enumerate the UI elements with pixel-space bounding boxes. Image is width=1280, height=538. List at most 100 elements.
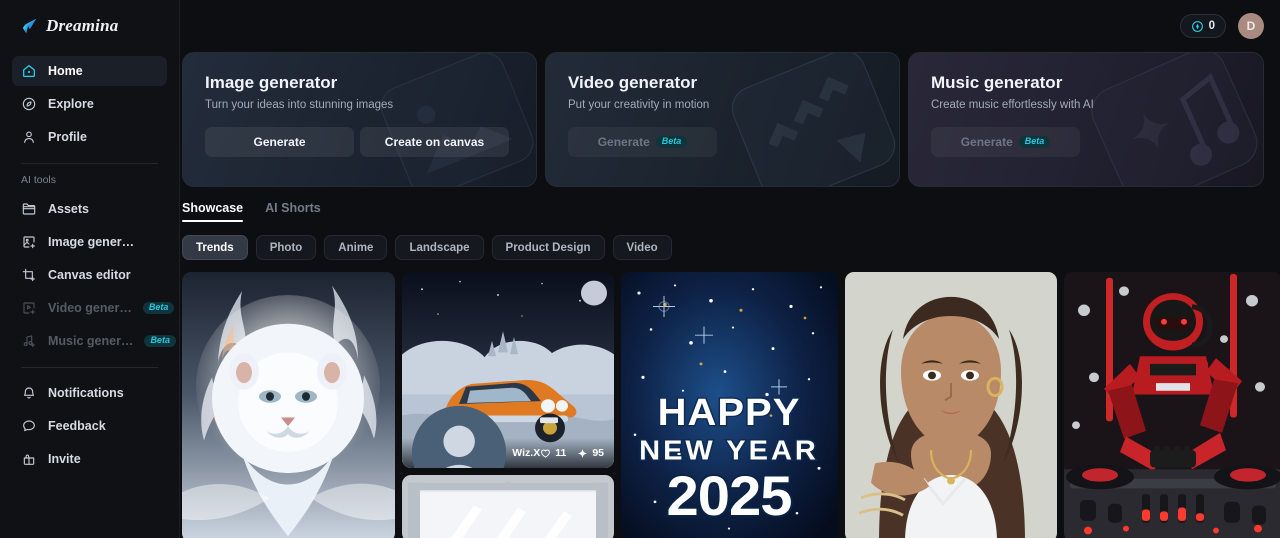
sidebar-item-label: Image gener… [48,235,135,249]
tab-ai-shorts[interactable]: AI Shorts [265,201,321,222]
portrait-woman-image [845,272,1057,538]
bell-icon [23,387,35,399]
sidebar-divider-top [21,163,158,164]
sidebar-item-label: Profile [48,130,87,144]
gallery-column [845,272,1057,538]
filter-chips: Trends Photo Anime Landscape Product Des… [180,222,1280,260]
sidebar-item-label: Home [48,64,83,78]
sidebar-item-label: Music gener… [48,334,134,348]
gallery-column [1064,272,1280,538]
sidebar: Dreamina Home Explore Profile AI tools A… [0,0,180,538]
sidebar-item-notifications[interactable]: Notifications [12,378,167,408]
hero-cards-row: Image generator Turn your ideas into stu… [182,52,1280,187]
folder-icon [22,203,36,215]
sidebar-group-label-ai-tools: AI tools [21,174,57,186]
music-add-icon [23,335,35,348]
content-tabs: Showcase AI Shorts [180,187,1280,222]
generate-button[interactable]: Generate Beta [931,127,1080,157]
gallery-column: HAPPY NEW YEAR 2025 [621,272,838,538]
hero-title: Video generator [568,73,698,92]
sidebar-tools-group: Assets Image gener… Canvas editor Video … [12,194,176,356]
video-add-icon [23,302,35,315]
happy-new-year-2025-image: HAPPY NEW YEAR 2025 [621,272,838,538]
beta-badge: Beta [144,334,176,348]
credit-coin-icon [1191,20,1203,32]
chip-photo[interactable]: Photo [255,235,317,260]
brand[interactable]: Dreamina [12,0,167,52]
sidebar-item-feedback[interactable]: Feedback [12,411,167,441]
chip-anime[interactable]: Anime [324,235,388,260]
hero-title: Image generator [205,73,338,92]
brand-name: Dreamina [46,16,119,35]
heart-icon [541,449,551,458]
gallery-tile-ornate-silver-mirror[interactable] [402,475,614,538]
tile-like-count: 11 [555,447,567,460]
white-lion-flames-image [182,272,395,538]
chip-video[interactable]: Video [612,235,672,260]
tile-author[interactable]: Wiz.X [412,405,541,469]
create-on-canvas-button[interactable]: Create on canvas [360,127,509,157]
hero-subtitle: Put your creativity in motion [568,99,710,111]
tile-author-name: Wiz.X [512,447,541,460]
sidebar-item-canvas-editor[interactable]: Canvas editor [12,260,167,290]
image-add-icon [23,236,35,249]
hero-card-music-generator[interactable]: Music generator Create music effortlessl… [908,52,1264,187]
gallery-tile-red-robot-dj[interactable] [1064,272,1280,538]
gallery-tile-white-lion-flames[interactable] [182,272,395,538]
gallery-tile-portrait-woman[interactable] [845,272,1057,538]
sidebar-item-label: Video gener… [48,301,132,315]
sidebar-item-music-generator[interactable]: Music gener… Beta [12,326,176,356]
beta-badge: Beta [1018,135,1051,149]
sidebar-divider-bottom [21,367,158,368]
hero-card-image-generator[interactable]: Image generator Turn your ideas into stu… [182,52,537,187]
main-content: 0 D Image generator Turn your ideas into… [180,0,1280,538]
tile-star-stat[interactable]: 95 [577,447,604,459]
red-robot-dj-image [1064,272,1280,538]
tab-showcase[interactable]: Showcase [182,201,244,222]
generate-button-label: Generate [960,135,1013,149]
generate-button[interactable]: Generate [205,127,354,157]
sidebar-item-label: Assets [48,202,89,216]
canvas-crop-icon [22,268,35,282]
sidebar-item-assets[interactable]: Assets [12,194,167,224]
tile-stats: 11 95 [540,447,604,459]
generate-button[interactable]: Generate Beta [568,127,717,157]
gallery-grid: Wiz.X 11 95 HAPPY NEW YEAR 2025 [180,260,1280,538]
credits-pill[interactable]: 0 [1179,14,1226,38]
gallery-tile-orange-car-moon[interactable]: Wiz.X 11 95 [402,272,614,469]
svg-text:NEW YEAR: NEW YEAR [639,435,819,466]
hero-card-video-generator[interactable]: Video generator Put your creativity in m… [545,52,900,187]
hero-buttons: Generate Beta [931,127,1241,157]
sidebar-item-invite[interactable]: Invite [12,444,167,474]
beta-badge: Beta [142,301,175,315]
sidebar-item-profile[interactable]: Profile [12,122,167,152]
sidebar-item-video-generator[interactable]: Video gener… Beta [12,293,175,323]
chat-bubble-icon [23,420,35,432]
invite-gift-icon [23,454,35,465]
ornate-silver-mirror-image [402,475,614,538]
sidebar-item-explore[interactable]: Explore [12,89,167,119]
sidebar-item-label: Feedback [48,419,106,433]
sparkle-icon [578,448,588,458]
sidebar-item-image-generator[interactable]: Image gener… [12,227,167,257]
gallery-tile-happy-new-year-2025[interactable]: HAPPY NEW YEAR 2025 [621,272,838,538]
svg-text:2025: 2025 [666,466,791,528]
generate-button-label: Generate [597,135,650,149]
hero-title: Music generator [931,73,1063,92]
sidebar-primary-group: Home Explore Profile [12,52,167,152]
hero-subtitle: Turn your ideas into stunning images [205,99,394,111]
sidebar-item-home[interactable]: Home [12,56,167,86]
user-avatar-icon [412,405,507,469]
tile-like-stat[interactable]: 11 [540,447,566,459]
home-icon [23,65,35,77]
sidebar-item-label: Explore [48,97,94,111]
hero-buttons: Generate Beta [568,127,877,157]
chip-landscape[interactable]: Landscape [395,235,484,260]
hero-buttons: Generate Create on canvas [205,127,514,157]
app-root: Dreamina Home Explore Profile AI tools A… [0,0,1280,538]
topbar: 0 D [180,0,1280,52]
avatar[interactable]: D [1238,13,1264,39]
sidebar-item-label: Canvas editor [48,268,131,282]
chip-product-design[interactable]: Product Design [491,235,605,260]
chip-trends[interactable]: Trends [182,235,248,260]
